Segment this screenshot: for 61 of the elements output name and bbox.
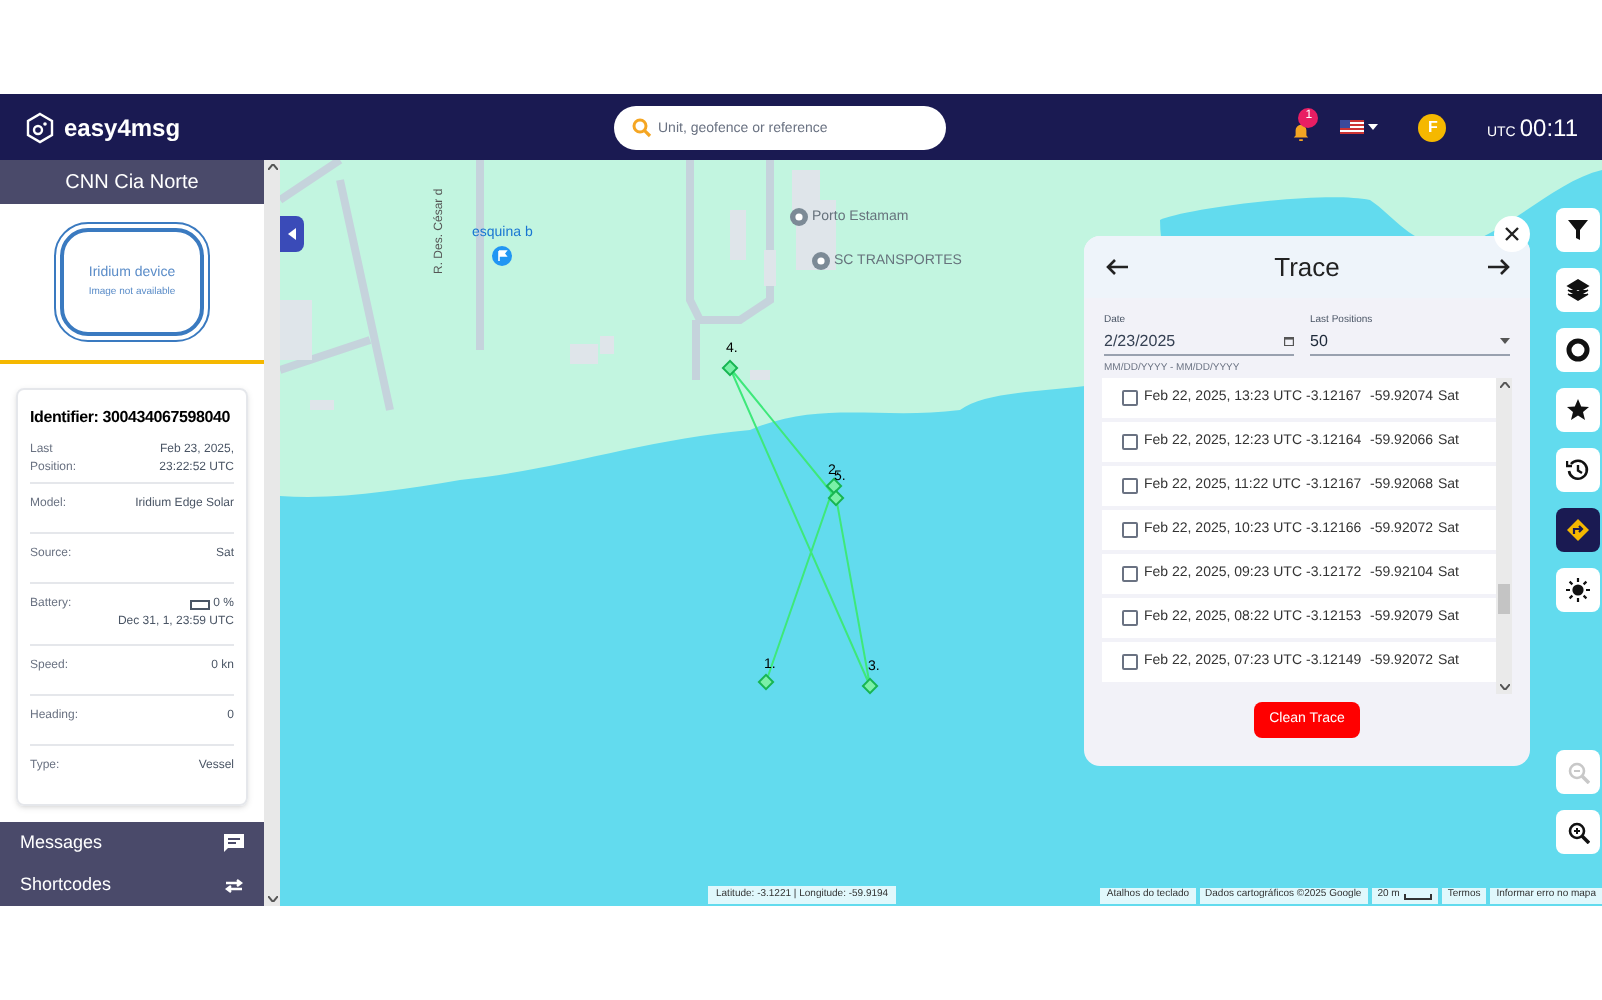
caret-icon — [1368, 124, 1379, 130]
calendar-icon — [1284, 336, 1294, 346]
trace-point-marker[interactable] — [721, 359, 739, 377]
checkbox[interactable] — [1122, 434, 1138, 450]
scroll-up-icon[interactable] — [267, 164, 277, 170]
map-tool-button[interactable] — [1556, 568, 1600, 612]
history-icon — [1566, 458, 1590, 482]
language-selector[interactable] — [1340, 120, 1379, 134]
brightness-icon — [1566, 578, 1590, 602]
map-tool-button[interactable] — [1556, 388, 1600, 432]
search-icon — [632, 118, 652, 138]
sidebar-scrollbar[interactable] — [264, 160, 280, 906]
scale-bar — [1403, 893, 1432, 899]
caret-icon — [1500, 338, 1510, 344]
swap-arrows-icon — [224, 877, 244, 893]
unit-title: CNN Cia Norte — [0, 160, 264, 204]
identifier: Identifier: 300434067598040 — [30, 406, 233, 430]
trace-point-marker[interactable] — [757, 673, 775, 691]
map-tool-button[interactable] — [1556, 508, 1600, 552]
scroll-up-icon[interactable] — [1499, 382, 1509, 388]
sidebar-menu-item[interactable]: Shortcodes — [0, 864, 264, 906]
scroll-down-icon[interactable] — [1499, 684, 1509, 690]
layers-icon — [1566, 278, 1590, 302]
filter-icon — [1566, 218, 1590, 242]
map-tool-button[interactable] — [1556, 268, 1600, 312]
brand-name: easy4msg — [64, 111, 181, 145]
logo-icon — [24, 111, 56, 143]
checkbox[interactable] — [1122, 390, 1138, 406]
collapse-sidebar-button[interactable] — [280, 216, 304, 252]
chat-icon — [224, 833, 244, 853]
ring-icon — [1566, 338, 1590, 362]
trace-point-marker[interactable] — [827, 489, 845, 507]
star-icon — [1566, 398, 1590, 422]
checkbox[interactable] — [1122, 654, 1138, 670]
map-tool-button[interactable] — [1556, 208, 1600, 252]
zoom-out-icon — [1567, 761, 1589, 783]
close-icon — [1504, 226, 1520, 242]
panel-title: Trace — [1274, 249, 1340, 286]
trace-point-marker[interactable] — [825, 477, 843, 495]
flag-icon — [1340, 120, 1365, 134]
checkbox[interactable] — [1122, 478, 1138, 494]
map-pin-icon[interactable] — [812, 252, 830, 273]
clock-time: 00:11 — [1519, 111, 1578, 145]
map-pin-icon[interactable] — [790, 208, 808, 229]
checkbox[interactable] — [1122, 522, 1138, 538]
caret-icon — [288, 228, 296, 240]
list-scrollbar[interactable] — [1496, 378, 1512, 694]
map-tool-button[interactable] — [1556, 328, 1600, 372]
arrow-left-icon — [1105, 258, 1127, 276]
arrow-right-icon — [1487, 258, 1509, 276]
sidebar-menu-item[interactable]: Messages — [0, 822, 264, 864]
map-pin-icon[interactable] — [492, 245, 513, 267]
route-sign-icon — [1566, 518, 1590, 542]
zoom-in-button[interactable] — [1556, 810, 1600, 854]
zoom-in-icon — [1567, 821, 1589, 843]
map-tool-button[interactable] — [1556, 448, 1600, 492]
trace-point-marker[interactable] — [861, 677, 879, 695]
scrollbar-thumb[interactable] — [1498, 584, 1510, 614]
scroll-down-icon[interactable] — [267, 896, 277, 902]
checkbox[interactable] — [1122, 610, 1138, 626]
checkbox[interactable] — [1122, 566, 1138, 582]
